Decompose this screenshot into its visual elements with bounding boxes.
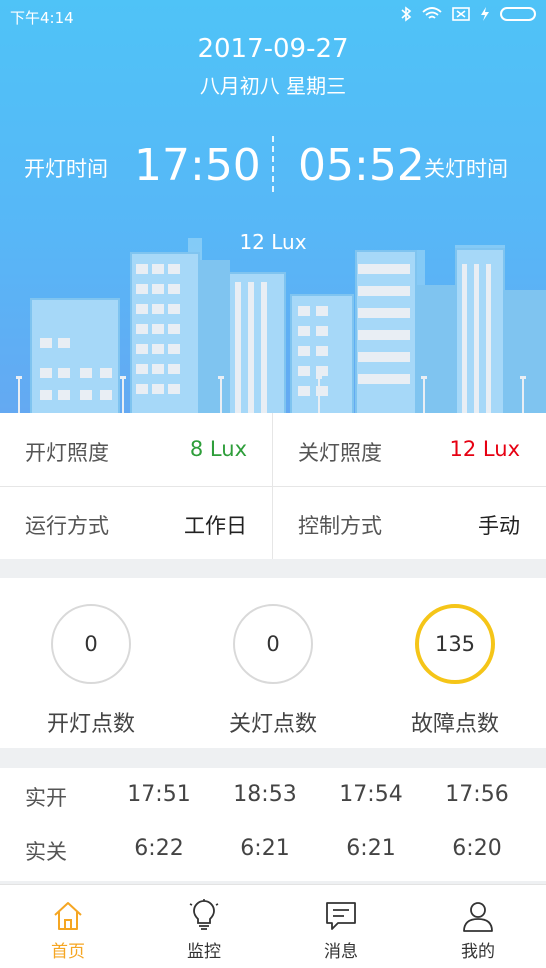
- home-icon: [54, 902, 82, 930]
- off-count-item[interactable]: 0 关灯点数: [182, 578, 364, 748]
- actual-on-time: 17:54: [339, 782, 403, 807]
- actual-on-header: 实开: [25, 786, 67, 810]
- actual-times-table: 实开 17:51 18:53 17:54 17:56 实关 6:22 6:21 …: [0, 768, 546, 881]
- tab-home-label: 首页: [51, 942, 85, 962]
- time-divider: [272, 136, 274, 192]
- on-time-value: 17:50: [134, 140, 261, 191]
- off-time-value: 05:52: [298, 140, 425, 191]
- on-count-label: 开灯点数: [46, 712, 135, 737]
- off-illuminance-cell: 关灯照度 12 Lux: [273, 413, 546, 486]
- fault-count-label: 故障点数: [410, 712, 499, 737]
- control-mode-value: 手动: [478, 514, 520, 538]
- status-bar: 下午4:14: [0, 0, 546, 32]
- hero-banner: 下午4:14 2017-09-27 八月初八 星期三 开灯时间 17:50 05…: [0, 0, 546, 413]
- info-divider-v: [272, 413, 273, 559]
- info-divider-h: [0, 486, 546, 487]
- control-mode-label: 控制方式: [298, 514, 382, 538]
- control-mode-cell: 控制方式 手动: [273, 486, 546, 559]
- on-illuminance-value: 8 Lux: [189, 437, 247, 461]
- on-count-circle: 0: [51, 604, 131, 684]
- run-mode-label: 运行方式: [25, 514, 109, 538]
- run-mode-value: 工作日: [184, 514, 247, 538]
- user-icon: [463, 902, 493, 932]
- actual-on-time: 18:53: [233, 782, 297, 807]
- current-lux: 12 Lux: [239, 230, 307, 254]
- on-illuminance-cell: 开灯照度 8 Lux: [0, 413, 273, 486]
- message-icon: [326, 902, 356, 930]
- actual-on-time: 17:56: [445, 782, 509, 807]
- bulb-icon: [189, 899, 219, 930]
- actual-on-row: 实开 17:51 18:53 17:54 17:56: [0, 768, 546, 822]
- actual-on-time: 17:51: [127, 782, 191, 807]
- tab-profile[interactable]: 我的: [410, 885, 546, 968]
- status-time: 下午4:14: [10, 9, 74, 27]
- off-illuminance-value: 12 Lux: [449, 437, 520, 461]
- run-mode-cell: 运行方式 工作日: [0, 486, 273, 559]
- on-time-label: 开灯时间: [24, 157, 108, 181]
- fault-count-item[interactable]: 135 故障点数: [364, 578, 546, 748]
- charging-icon: [481, 7, 489, 21]
- actual-off-row: 实关 6:22 6:21 6:21 6:20: [0, 822, 546, 876]
- on-count-item[interactable]: 0 开灯点数: [0, 578, 182, 748]
- actual-off-time: 6:21: [346, 836, 396, 861]
- on-illuminance-label: 开灯照度: [25, 441, 109, 465]
- sim-icon: [452, 7, 470, 21]
- off-time-label: 关灯时间: [424, 157, 508, 181]
- tab-profile-label: 我的: [461, 942, 495, 962]
- current-date: 2017-09-27: [197, 34, 349, 64]
- actual-off-time: 6:21: [240, 836, 290, 861]
- light-counts-panel: 0 开灯点数 0 关灯点数 135 故障点数: [0, 578, 546, 748]
- off-illuminance-label: 关灯照度: [298, 441, 382, 465]
- tab-home[interactable]: 首页: [0, 885, 136, 968]
- city-skyline-illustration: [16, 238, 546, 413]
- tab-monitor-label: 监控: [187, 942, 221, 962]
- actual-off-header: 实关: [25, 840, 67, 864]
- actual-off-time: 6:22: [134, 836, 184, 861]
- off-count-circle: 0: [233, 604, 313, 684]
- tab-monitor[interactable]: 监控: [136, 885, 272, 968]
- tab-messages[interactable]: 消息: [273, 885, 409, 968]
- battery-icon: [500, 7, 536, 21]
- illumination-info-panel: 开灯照度 8 Lux 关灯照度 12 Lux 运行方式 工作日 控制方式 手动: [0, 413, 546, 559]
- off-count-label: 关灯点数: [228, 712, 317, 737]
- lunar-date: 八月初八 星期三: [199, 74, 347, 98]
- tab-messages-label: 消息: [324, 942, 358, 962]
- fault-count-circle: 135: [415, 604, 495, 684]
- bottom-tab-bar: 首页 监控 消息 我的: [0, 884, 546, 968]
- wifi-icon: [422, 7, 442, 19]
- bluetooth-icon: [401, 6, 412, 22]
- actual-off-time: 6:20: [452, 836, 502, 861]
